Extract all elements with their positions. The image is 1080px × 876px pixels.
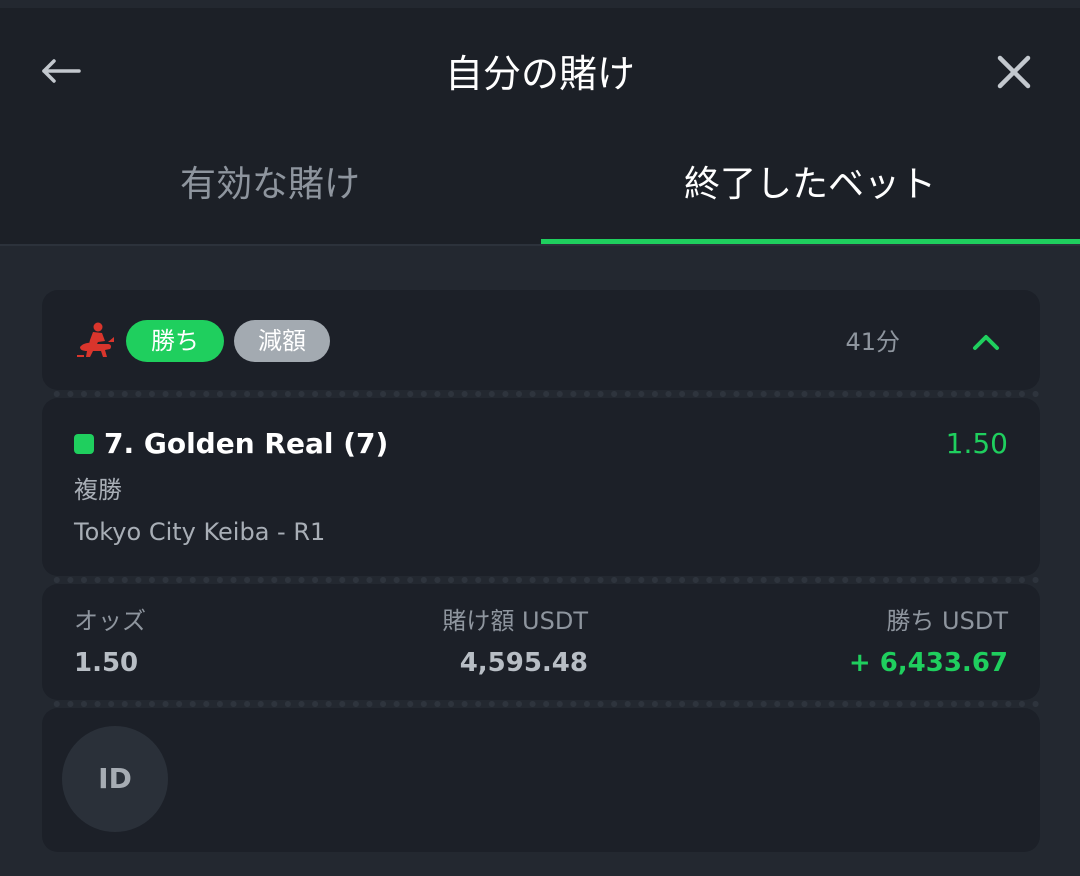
- tab-settled-bets[interactable]: 終了したベット: [540, 150, 1080, 220]
- bet-id-card: [42, 708, 1040, 852]
- collapse-button[interactable]: [962, 320, 1010, 364]
- chevron-up-icon: [973, 335, 999, 350]
- app-header: 自分の賭け 有効な賭け 終了したベット: [0, 0, 1080, 246]
- bet-id-button[interactable]: ID: [62, 726, 168, 832]
- horse-racing-icon: [77, 322, 114, 357]
- perforation-divider: [50, 391, 1040, 397]
- win-status-badge: 勝ち: [126, 320, 224, 362]
- win-label: 勝ち USDT: [886, 607, 1008, 635]
- selection-marker: [74, 434, 94, 454]
- selection-market: 複勝: [74, 476, 122, 504]
- tab-active-bets-label: 有効な賭け: [179, 164, 360, 205]
- close-icon: [997, 55, 1031, 89]
- status-strip: [0, 0, 1080, 8]
- bet-time-ago: 41分: [845, 328, 900, 356]
- stake-label: 賭け額 USDT: [442, 607, 588, 635]
- perforation-divider: [50, 577, 1040, 583]
- perforation-divider: [50, 701, 1040, 707]
- tab-active-bets[interactable]: 有効な賭け: [0, 150, 540, 220]
- selection-name: 7. Golden Real (7): [104, 427, 389, 460]
- selection-odds: 1.50: [945, 427, 1008, 460]
- close-button[interactable]: [990, 48, 1038, 96]
- bet-stats-card: [42, 584, 1040, 700]
- win-value: + 6,433.67: [848, 648, 1008, 678]
- header-divider: [0, 244, 1080, 246]
- selection-event: Tokyo City Keiba - R1: [74, 518, 326, 546]
- page-title: 自分の賭け: [444, 52, 635, 96]
- stake-value: 4,595.48: [459, 648, 588, 678]
- reduced-badge: 減額: [234, 320, 330, 362]
- tab-settled-bets-label: 終了したベット: [683, 164, 936, 205]
